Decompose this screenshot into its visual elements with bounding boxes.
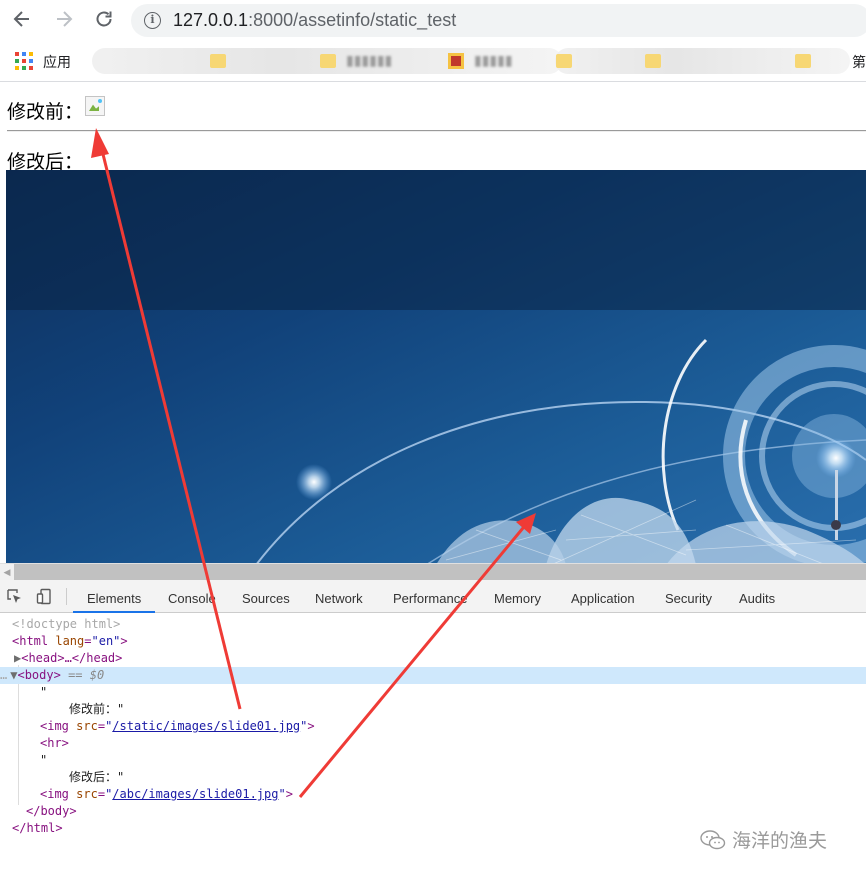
tab-console[interactable]: Console <box>168 580 216 613</box>
tab-memory[interactable]: Memory <box>494 580 541 613</box>
bookmark-folder-icon[interactable] <box>645 54 661 68</box>
bookmark-favicon-icon[interactable] <box>448 53 464 69</box>
expand-triangle-icon[interactable]: ▶ <box>0 651 21 665</box>
arrow-left-icon <box>13 11 29 27</box>
dom-line-body[interactable]: … ▼<body> == $0 <box>0 667 866 684</box>
dom-line-text-before[interactable]: 修改前：" <box>0 701 866 718</box>
apps-grid-icon[interactable] <box>15 52 33 70</box>
back-button[interactable] <box>9 8 35 34</box>
tab-sources[interactable]: Sources <box>242 580 290 613</box>
bookmark-overflow-label[interactable]: 第 <box>852 52 866 72</box>
tab-application[interactable]: Application <box>571 580 635 613</box>
tab-elements[interactable]: Elements <box>72 580 156 613</box>
reload-button[interactable] <box>91 8 117 34</box>
url-text: 127.0.0.1:8000/assetinfo/static_test <box>173 10 457 30</box>
device-toolbar-icon[interactable] <box>36 588 53 605</box>
dom-line-text-quote[interactable]: " <box>0 684 866 701</box>
address-bar[interactable]: i 127.0.0.1:8000/assetinfo/static_test <box>131 4 866 37</box>
forward-button[interactable] <box>51 8 77 34</box>
reload-icon <box>96 11 112 27</box>
arrow-right-icon <box>57 11 73 27</box>
dom-line-head[interactable]: ▶<head>…</head> <box>0 650 866 667</box>
collapse-triangle-icon[interactable]: ▼ <box>7 668 17 682</box>
toolbar-divider <box>66 588 67 605</box>
tab-security[interactable]: Security <box>665 580 712 613</box>
watermark-text: 海洋的渔夫 <box>732 831 828 852</box>
dom-line-body-close[interactable]: </body> <box>0 803 866 820</box>
horizontal-rule <box>7 130 866 132</box>
info-icon[interactable]: i <box>144 12 161 29</box>
apps-label[interactable]: 应用 <box>43 52 71 72</box>
bookmark-folder-icon[interactable] <box>795 54 811 68</box>
broken-image-icon <box>85 96 105 116</box>
slide-image <box>6 170 866 563</box>
tab-audits[interactable]: Audits <box>739 580 775 613</box>
dom-line-html[interactable]: <html lang="en"> <box>0 633 866 650</box>
dom-line-text-quote2[interactable]: " <box>0 752 866 769</box>
bookmark-folder-icon[interactable] <box>210 54 226 68</box>
dom-line-hr[interactable]: <hr> <box>0 735 866 752</box>
page-content: 修改前： 修改后： <box>0 83 866 563</box>
bookmark-folder-icon[interactable] <box>556 54 572 68</box>
img1-src-link[interactable]: /static/images/slide01.jpg <box>112 719 300 733</box>
blurred-bookmark-text[interactable]: ▮▮▮▮▮▮ <box>346 52 392 69</box>
bookmark-folder-icon[interactable] <box>320 54 336 68</box>
bookmarks-bar: 应用 ▮▮▮▮▮▮ ▮▮▮▮▮ 第 <box>0 42 866 82</box>
dom-line-img2[interactable]: <img src="/abc/images/slide01.jpg"> <box>0 786 866 803</box>
browser-toolbar: i 127.0.0.1:8000/assetinfo/static_test <box>0 0 866 42</box>
horizontal-scrollbar[interactable]: ◀ <box>0 563 866 580</box>
blurred-bookmark-text[interactable]: ▮▮▮▮▮ <box>474 52 513 69</box>
tab-performance[interactable]: Performance <box>393 580 467 613</box>
img2-src-link[interactable]: /abc/images/slide01.jpg <box>112 787 278 801</box>
dom-line-doctype[interactable]: <!doctype html> <box>0 616 866 633</box>
tab-network[interactable]: Network <box>315 580 363 613</box>
devtools-tabbar: Elements Console Sources Network Perform… <box>0 580 866 613</box>
inspect-element-icon[interactable] <box>6 588 23 605</box>
dom-line-text-after[interactable]: 修改后：" <box>0 769 866 786</box>
before-label: 修改前： <box>7 102 84 123</box>
wechat-icon <box>700 830 726 850</box>
dom-line-img1[interactable]: <img src="/static/images/slide01.jpg"> <box>0 718 866 735</box>
watermark: 海洋的渔夫 <box>700 826 827 853</box>
scroll-left-icon[interactable]: ◀ <box>0 564 14 580</box>
